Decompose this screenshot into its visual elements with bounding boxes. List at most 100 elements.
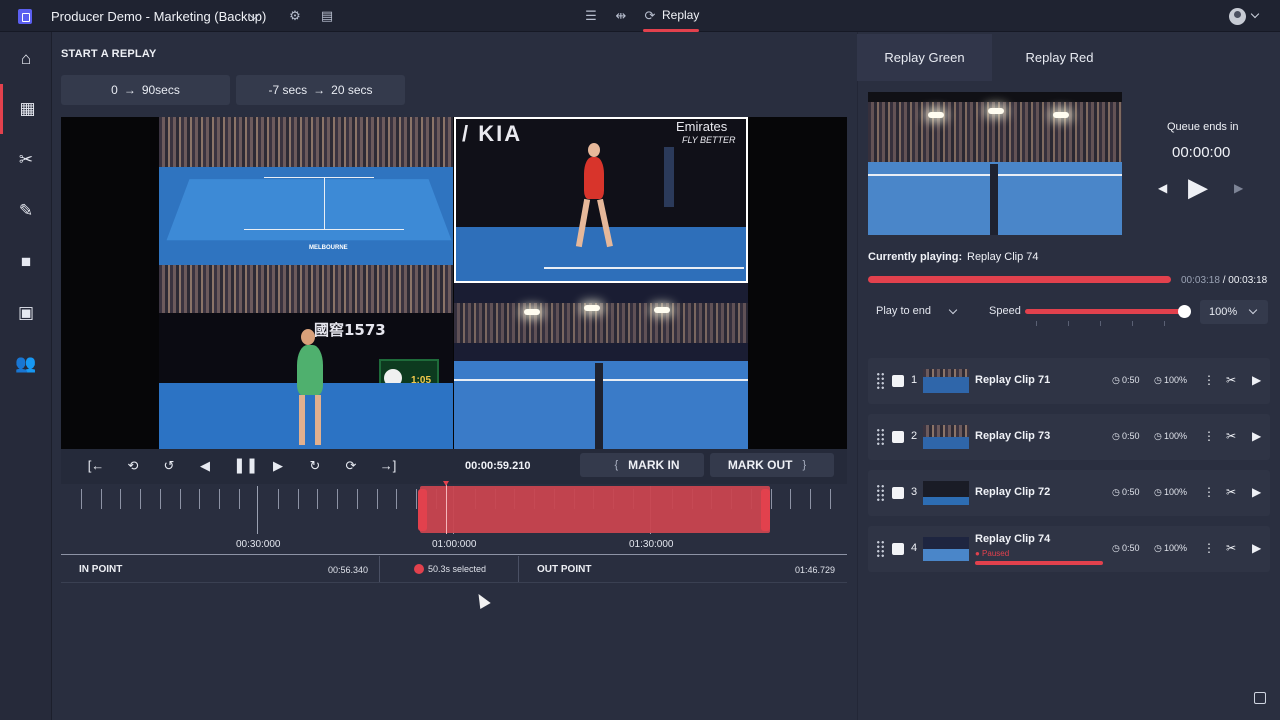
clip-checkbox[interactable] <box>892 487 904 499</box>
chevron-down-icon[interactable] <box>1250 9 1260 19</box>
speed-icon: ◷ <box>1154 543 1162 553</box>
timeline-scrubber[interactable]: 00:30:000 01:00:000 01:30:000 <box>61 481 847 556</box>
scissors-icon[interactable]: ✂ <box>0 135 52 185</box>
list-item[interactable]: 2 Replay Clip 73 ◷ 0:50 ◷ 100% ⋮ ✂ ▶ <box>868 414 1270 460</box>
users-icon[interactable]: 👥 <box>0 339 52 389</box>
court-line <box>264 177 374 178</box>
court-surface <box>166 179 452 241</box>
go-to-in-icon[interactable]: [← <box>87 457 105 475</box>
trim-icon[interactable]: ✂ <box>1226 540 1236 556</box>
more-icon[interactable]: ⋮ <box>1203 428 1215 444</box>
timeline-tick <box>140 489 141 509</box>
clip-duration: 0:50 <box>1122 375 1140 385</box>
drag-handle-icon[interactable] <box>876 372 885 390</box>
go-to-out-icon[interactable]: →] <box>379 457 397 475</box>
forward-1-icon[interactable]: ↻ <box>306 457 324 475</box>
edit-icon[interactable]: ✎ <box>0 186 52 236</box>
drag-handle-icon[interactable] <box>876 428 885 446</box>
tab-replay-red[interactable]: Replay Red <box>992 34 1127 81</box>
next-icon[interactable]: ▶ <box>1234 181 1243 195</box>
timeline-label: 00:30:000 <box>236 539 281 550</box>
list-item[interactable]: 1 Replay Clip 71 ◷ 0:50 ◷ 100% ⋮ ✂ ▶ <box>868 358 1270 404</box>
sidebar: ⌂ ▦ ✂ ✎ ■ ▣ 👥 <box>0 32 52 720</box>
crowd-image <box>454 303 748 343</box>
split-icon[interactable]: ⇹ <box>614 9 628 23</box>
arrow-icon: → <box>313 83 326 97</box>
home-icon[interactable]: ⌂ <box>0 34 52 84</box>
avatar[interactable] <box>1229 8 1246 25</box>
tab-replay[interactable]: Replay <box>662 8 699 22</box>
play-icon[interactable]: ▶ <box>1252 372 1261 388</box>
list-item[interactable]: 3 Replay Clip 72 ◷ 0:50 ◷ 100% ⋮ ✂ ▶ <box>868 470 1270 516</box>
layout-icon[interactable]: ▤ <box>320 9 334 23</box>
divider <box>379 556 380 582</box>
currently-playing-label: Currently playing: <box>868 251 963 263</box>
rewind-1-icon[interactable]: ↺ <box>160 457 178 475</box>
project-title[interactable]: Producer Demo - Marketing (Backup) <box>51 9 266 24</box>
replay-icon[interactable]: ⟳ <box>643 9 657 23</box>
selection-duration: 50.3s selected <box>428 564 487 574</box>
bracket-open-icon: { <box>614 459 619 471</box>
play-icon[interactable]: ▶ <box>1252 484 1261 500</box>
duration-icon: ◷ <box>1112 543 1120 553</box>
play-icon[interactable]: ▶ <box>1252 540 1261 556</box>
speed-slider[interactable] <box>1025 309 1185 314</box>
play-mode-select[interactable]: Play to end <box>876 305 931 317</box>
media-icon[interactable]: ▣ <box>0 288 52 338</box>
pause-icon[interactable]: ❚❚ <box>233 457 258 475</box>
crowd-image <box>159 265 453 315</box>
more-icon[interactable]: ⋮ <box>1203 540 1215 556</box>
timeline-tick <box>396 489 397 509</box>
replay-icon[interactable]: ▦ <box>0 84 52 134</box>
drag-handle-icon[interactable] <box>876 540 885 558</box>
preset-button-minus7-20[interactable]: -7 secs → 20 secs <box>236 75 405 105</box>
playhead[interactable] <box>443 481 449 534</box>
camera-4-view[interactable] <box>454 283 748 449</box>
elapsed-time: 00:03:18 <box>1181 275 1220 286</box>
screenshot-icon[interactable] <box>1254 692 1266 704</box>
previous-icon[interactable]: ◀ <box>1158 181 1167 195</box>
trim-icon[interactable]: ✂ <box>1226 428 1236 444</box>
folder-icon[interactable]: ■ <box>0 237 52 287</box>
play-icon[interactable]: ▶ <box>1188 172 1208 203</box>
tab-replay-green[interactable]: Replay Green <box>857 34 992 81</box>
clip-checkbox[interactable] <box>892 375 904 387</box>
playback-progress-bar[interactable] <box>868 276 1171 283</box>
sponsor-text: 國窖1573 <box>314 321 386 339</box>
timeline-tick <box>278 489 279 509</box>
mark-out-button[interactable]: MARK OUT } <box>710 453 834 477</box>
speed-slider-knob[interactable] <box>1178 305 1191 318</box>
timeline-tick <box>199 489 200 509</box>
clip-checkbox[interactable] <box>892 543 904 555</box>
selected-range[interactable] <box>420 486 770 533</box>
list-item[interactable]: 4 Replay Clip 74 ● Paused ◷ 0:50 ◷ 100% … <box>868 526 1270 572</box>
net-post <box>595 363 603 449</box>
more-icon[interactable]: ⋮ <box>1203 372 1215 388</box>
more-icon[interactable]: ⋮ <box>1203 484 1215 500</box>
step-back-icon[interactable]: ◀ <box>196 457 214 475</box>
timeline-tick <box>357 489 358 509</box>
rewind-5-icon[interactable]: ⟲ <box>124 457 142 475</box>
speed-tick <box>1164 321 1165 326</box>
trim-icon[interactable]: ✂ <box>1226 484 1236 500</box>
camera-1-view[interactable]: MELBOURNE <box>159 117 453 265</box>
trim-icon[interactable]: ✂ <box>1226 372 1236 388</box>
app-logo-icon[interactable] <box>18 9 32 24</box>
settings-icon[interactable]: ⚙ <box>288 9 302 23</box>
replay-preview[interactable] <box>868 92 1122 235</box>
multiview-video[interactable]: MELBOURNE / KIA Emirates FLY BETTER 國窖15… <box>61 117 847 449</box>
step-forward-icon[interactable]: ▶ <box>269 457 287 475</box>
list-icon[interactable]: ☰ <box>584 9 598 23</box>
in-handle[interactable] <box>418 489 427 531</box>
camera-3-view[interactable]: 國窖1573 1:05 <box>159 265 453 449</box>
timeline-tick <box>377 489 378 509</box>
clip-checkbox[interactable] <box>892 431 904 443</box>
out-handle[interactable] <box>761 489 770 531</box>
play-icon[interactable]: ▶ <box>1252 428 1261 444</box>
preset-button-0-90[interactable]: 0 → 90secs <box>61 75 230 105</box>
forward-5-icon[interactable]: ⟳ <box>342 457 360 475</box>
timeline-baseline <box>61 554 847 555</box>
drag-handle-icon[interactable] <box>876 484 885 502</box>
mark-in-button[interactable]: { MARK IN <box>580 453 704 477</box>
divider <box>518 556 519 582</box>
